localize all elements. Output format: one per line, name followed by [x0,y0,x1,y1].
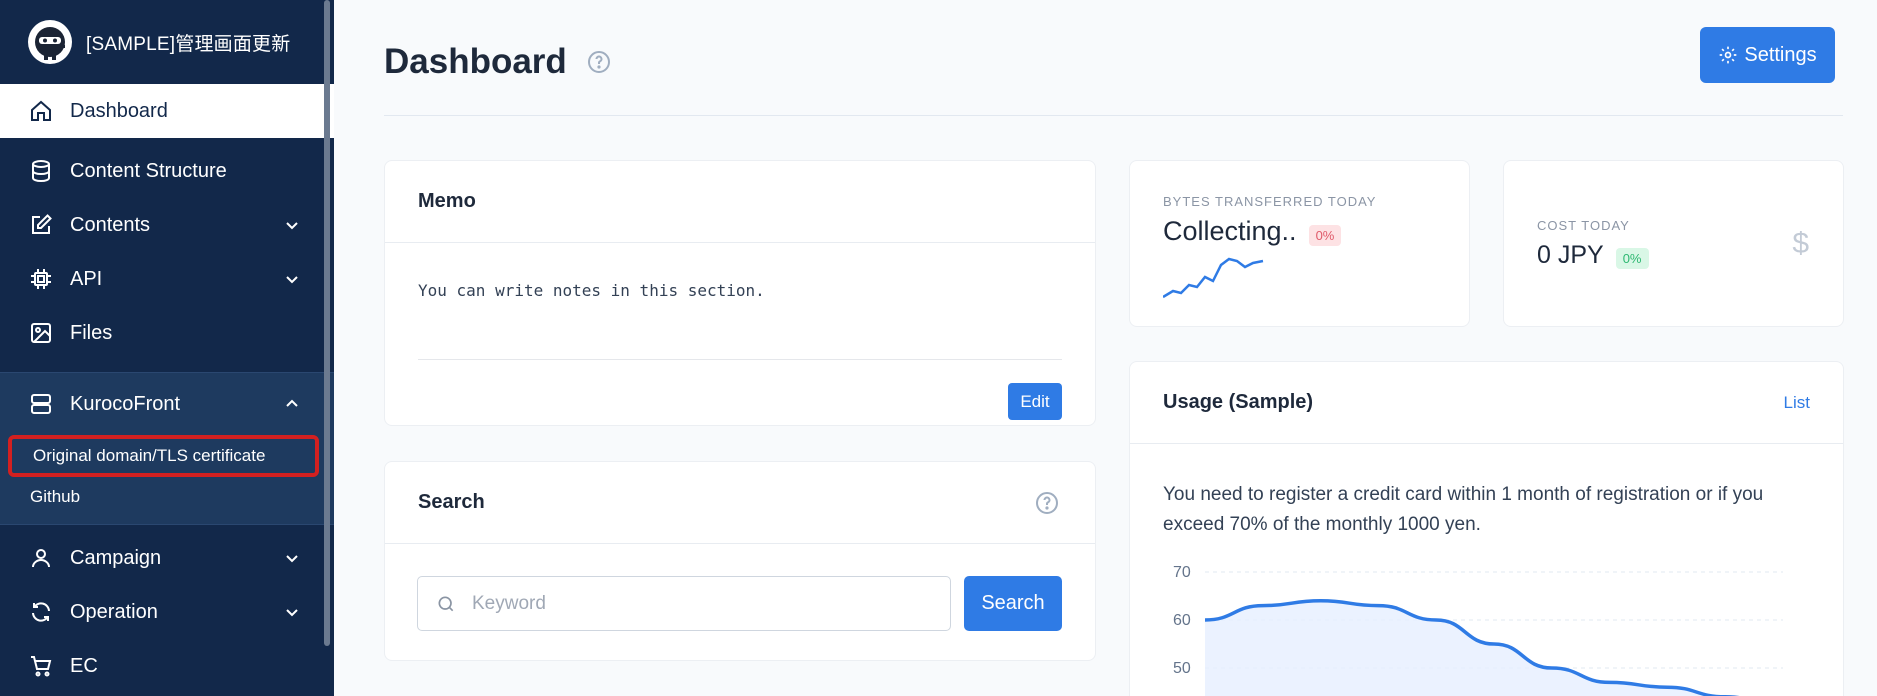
sidebar-subitem-github[interactable]: Github [0,477,334,516]
chart-y-tick-label: 70 [1173,564,1191,581]
gear-icon [1720,46,1737,64]
usage-list-link[interactable]: List [1784,393,1810,413]
sidebar-item-label: Dashboard [70,99,168,122]
search-icon [438,596,454,611]
settings-button-label: Settings [1744,43,1817,66]
bytes-value: Collecting.. [1163,216,1297,246]
chip-icon [28,266,54,292]
chart-y-tick-label: 60 [1173,612,1191,629]
cost-stat-card: COST TODAY 0 JPY 0% $ [1503,160,1844,327]
page-title: Dashboard [384,42,611,82]
chart-y-tick-label: 50 [1173,660,1191,677]
sidebar-item-contents[interactable]: Contents [0,198,334,252]
sidebar-item-content-structure[interactable]: Content Structure [0,144,334,198]
sidebar-item-label: Contents [70,213,151,236]
sidebar-item-operation[interactable]: Operation [0,585,334,639]
refresh-icon [28,599,54,625]
site-title[interactable]: [SAMPLE]管理画面更新 [86,29,290,56]
kurocofront-group: KurocoFront Original domain/TLS certific… [0,372,334,525]
main-content: Dashboard Settings Memo You can write no… [334,0,1877,696]
bytes-sparkline [1163,257,1264,299]
chevron-down-icon [286,609,298,617]
sidebar-item-api[interactable]: API [0,252,334,306]
sidebar-item-ec[interactable]: EC [0,639,334,693]
page-title-text: Dashboard [384,42,567,81]
usage-card: Usage (Sample) List You need to register… [1129,361,1844,696]
usage-text: You need to register a credit card withi… [1163,484,1764,535]
chart-area [1205,600,1713,696]
help-icon[interactable] [587,50,611,74]
search-card: Search Search [384,461,1096,661]
cost-badge: 0% [1615,248,1649,270]
memo-card: Memo You can write notes in this section… [384,160,1096,426]
chevron-down-icon [286,222,298,230]
sidebar-subitem-original-domain[interactable]: Original domain/TLS certificate [8,435,319,477]
chevron-down-icon [286,276,298,284]
memo-title: Memo [385,161,1095,243]
search-card-header: Search [385,462,1095,544]
sidebar-item-label: Content Structure [70,159,227,182]
sidebar-item-files[interactable]: Files [0,306,334,360]
server-icon [28,391,54,417]
help-icon[interactable] [1035,491,1059,515]
bytes-stat-card: BYTES TRANSFERRED TODAY Collecting.. 0% [1129,160,1470,327]
logo-icon[interactable] [28,20,72,64]
bytes-label: BYTES TRANSFERRED TODAY [1163,194,1377,209]
cost-value: 0 JPY [1537,241,1604,269]
header-divider [384,115,1843,116]
sidebar-item-label: KurocoFront [70,392,181,415]
cart-icon [28,653,54,679]
sidebar-item-campaign[interactable]: Campaign [0,531,334,585]
usage-chart: 70 60 50 [1173,564,1783,696]
memo-divider [418,359,1062,360]
sidebar-item-label: API [70,267,103,290]
search-input[interactable] [472,592,932,615]
user-icon [28,545,54,571]
cost-label: COST TODAY [1537,218,1630,233]
memo-text: You can write notes in this section. [418,281,765,300]
chevron-up-icon [286,399,298,407]
sidebar-header: [SAMPLE]管理画面更新 [0,0,334,84]
sidebar-item-label: Campaign [70,546,162,569]
sidebar-item-label: EC [70,654,98,677]
sidebar-item-dashboard[interactable]: Dashboard [0,84,334,138]
usage-card-header: Usage (Sample) List [1130,362,1843,444]
cost-value-row: 0 JPY 0% [1537,241,1649,270]
sidebar-item-label: Operation [70,600,158,623]
settings-button[interactable]: Settings [1700,27,1835,83]
usage-title: Usage (Sample) [1163,391,1314,413]
chevron-down-icon [286,555,298,563]
bytes-value-row: Collecting.. 0% [1163,216,1342,247]
sidebar-item-kurocofront[interactable]: KurocoFront [0,373,334,435]
sidebar-scrollbar[interactable] [324,0,330,646]
memo-edit-button[interactable]: Edit [1008,383,1062,420]
home-icon [28,98,54,124]
image-icon [28,320,54,346]
dollar-icon: $ [1792,227,1809,260]
search-title: Search [418,491,485,513]
sidebar-item-label: Files [70,321,113,344]
search-button[interactable]: Search [964,576,1062,631]
search-field[interactable] [417,576,951,631]
sidebar: [SAMPLE]管理画面更新 Dashboard Content Structu… [0,0,334,696]
edit-icon [28,212,54,238]
bytes-badge: 0% [1308,225,1342,247]
database-icon [28,158,54,184]
